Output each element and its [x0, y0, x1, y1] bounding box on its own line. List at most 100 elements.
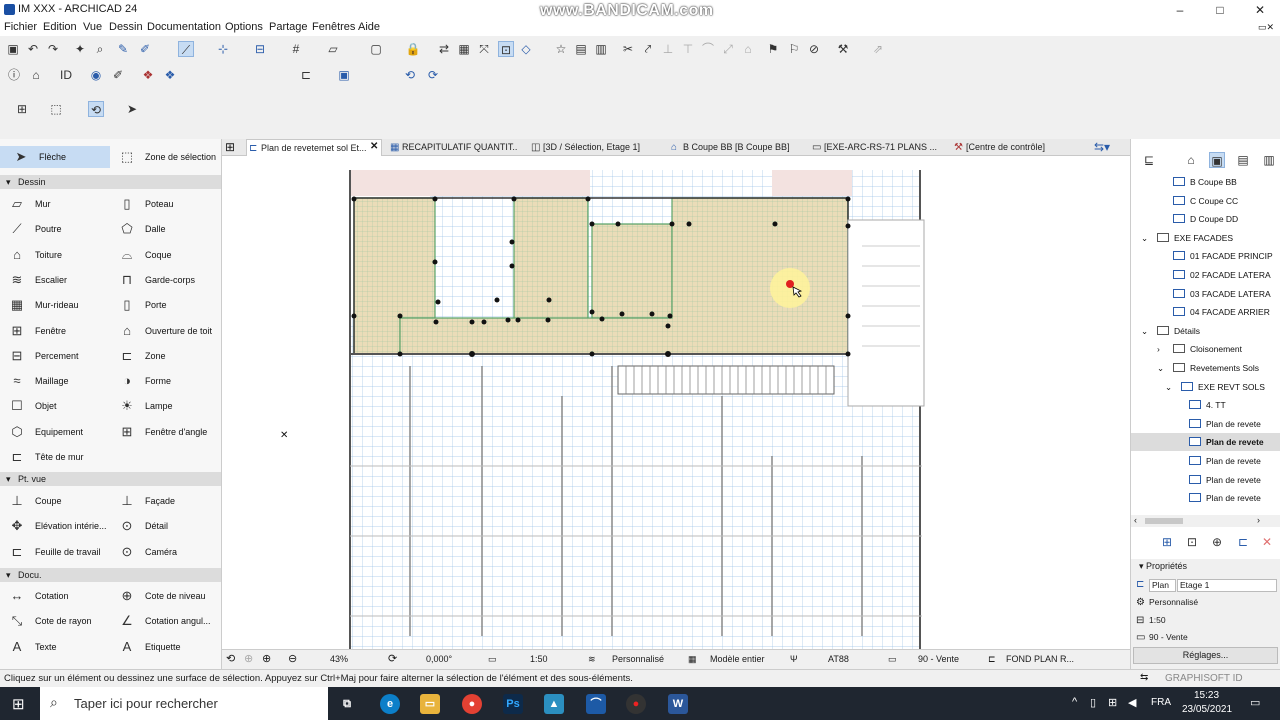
tool-coque[interactable]: ⌓ Coque	[118, 244, 172, 266]
scroll-right-icon[interactable]: ›	[1257, 515, 1260, 525]
volume-icon[interactable]: ◀	[1128, 696, 1136, 709]
tool-etiquette[interactable]: A Etiquette	[118, 636, 181, 658]
section-ptvue[interactable]: Pt. vue	[0, 472, 221, 486]
navigator-item[interactable]: C Coupe CC	[1131, 192, 1280, 210]
marker-icon[interactable]: ⚐	[786, 41, 802, 57]
marquee-mode-icon[interactable]: ⬚	[48, 101, 64, 117]
navigator-item[interactable]: D Coupe DD	[1131, 210, 1280, 228]
notifications-icon[interactable]: ▭	[1250, 696, 1260, 709]
teamwork-icon[interactable]: ⚒	[835, 41, 851, 57]
tool-detail[interactable]: ⊙ Détail	[118, 515, 168, 537]
tool-texte[interactable]: A Texte	[8, 636, 57, 658]
navigator-item[interactable]: Plan de revete	[1131, 452, 1280, 470]
view-id-field[interactable]: Plan c	[1149, 579, 1176, 592]
tool-ouverture-de-toit[interactable]: ⌂ Ouverture de toit	[118, 320, 212, 342]
scale-value[interactable]: 1:50	[530, 654, 548, 664]
network-icon[interactable]: ⊞	[1108, 696, 1117, 709]
menu-vue[interactable]: Vue	[83, 21, 102, 33]
undo-zoom-icon[interactable]: ⟲	[226, 652, 235, 665]
flag-icon[interactable]: ⚑	[765, 41, 781, 57]
elevate-icon[interactable]: ⌂	[740, 41, 756, 57]
chrome-icon[interactable]: ●	[462, 694, 482, 714]
taskbar-search[interactable]: ⌕ Taper ici pour rechercher	[40, 687, 328, 720]
menu-aide[interactable]: Aide	[358, 21, 380, 33]
properties-mode[interactable]: Personnalisé	[1149, 597, 1198, 607]
tab-menu-icon[interactable]: ⇆▾	[1094, 140, 1110, 154]
tab-close-icon[interactable]: ✕	[370, 141, 378, 152]
fillet-icon[interactable]: ⌒	[700, 41, 716, 57]
tab-centre-controle[interactable]: ⚒ [Centre de contrôle]	[952, 139, 1082, 156]
resize-icon[interactable]: ⤢	[720, 41, 736, 57]
eyedropper-icon[interactable]: ✎	[115, 41, 131, 57]
layout-book-icon[interactable]: ▣	[1209, 152, 1225, 168]
tool-objet[interactable]: ☐ Objet	[8, 395, 56, 417]
menu-dessin[interactable]: Dessin	[109, 21, 143, 33]
tree-toggle-icon[interactable]: ›	[1157, 340, 1160, 358]
gravity-icon[interactable]: ⊟	[252, 41, 268, 57]
file-explorer-icon[interactable]: ▭	[420, 694, 440, 714]
model-view-icon[interactable]: ❖	[162, 67, 178, 83]
scroll-left-icon[interactable]: ‹	[1134, 515, 1137, 525]
adjust-icon[interactable]: ⤤	[640, 41, 656, 57]
tool-feuille-de-travail[interactable]: ⊏ Feuille de travail	[8, 541, 101, 563]
new-view-icon[interactable]: ⊞	[1159, 534, 1175, 550]
menu-fichier[interactable]: Fichier	[4, 21, 37, 33]
navigator-item[interactable]: ⌄ Détails	[1131, 322, 1280, 340]
organizer-icon[interactable]: ▥	[1261, 152, 1277, 168]
tool-cote-de-niveau[interactable]: ⊕ Cote de niveau	[118, 585, 206, 607]
tree-toggle-icon[interactable]: ⌄	[1157, 359, 1164, 377]
tool-camera[interactable]: ⊙ Caméra	[118, 541, 177, 563]
menu-options[interactable]: Options	[225, 21, 263, 33]
lock-icon[interactable]: 🔒	[405, 41, 421, 57]
battery-icon[interactable]: ▯	[1090, 696, 1096, 709]
tool-maillage[interactable]: ≈ Maillage	[8, 370, 68, 392]
menu-partage[interactable]: Partage	[269, 21, 308, 33]
zoom-fit-icon[interactable]: ⊡	[498, 41, 514, 57]
navigator-item[interactable]: 04 FACADE ARRIER	[1131, 303, 1280, 321]
tool-coupe[interactable]: ⊥ Coupe	[8, 490, 61, 512]
renovation-icon[interactable]: ◉	[88, 67, 104, 83]
favorites-star-icon[interactable]: ☆	[553, 41, 569, 57]
3d-view-icon[interactable]: ◇	[518, 41, 534, 57]
navigator-item[interactable]: B Coupe BB	[1131, 173, 1280, 191]
zoom-out-icon[interactable]: ⊖	[288, 652, 297, 665]
tool-facade[interactable]: ⊥ Façade	[118, 490, 175, 512]
clock-time[interactable]: 15:23	[1194, 690, 1219, 701]
close-button[interactable]: ✕	[1240, 0, 1280, 20]
arrow-pointer-icon[interactable]: ➤	[124, 101, 140, 117]
section-dessin[interactable]: Dessin	[0, 175, 221, 189]
menu-fenetres[interactable]: Fenêtres	[312, 21, 355, 33]
tool-cotation-angul[interactable]: ∠ Cotation angul...	[118, 610, 210, 632]
guide-line-icon[interactable]: ⟋	[178, 41, 194, 57]
suspend-groups-icon[interactable]: ▱	[325, 41, 341, 57]
tool-equipement[interactable]: ⬡ Equipement	[8, 421, 83, 443]
windows-start-icon[interactable]: ⊞	[12, 695, 25, 713]
restore-icon[interactable]: ▭✕	[1258, 22, 1274, 33]
layer-combo-icon[interactable]: ▣	[336, 67, 352, 83]
section-docu[interactable]: Docu.	[0, 568, 221, 582]
attributes-icon[interactable]: ✐	[110, 67, 126, 83]
publisher-icon[interactable]: ▥	[593, 41, 609, 57]
redo-zoom-icon[interactable]: ⊕	[244, 652, 253, 665]
navigator-item[interactable]: Plan de revete	[1131, 489, 1280, 507]
grid-snap-icon[interactable]: #	[288, 41, 304, 57]
undo-icon[interactable]: ↶	[25, 41, 41, 57]
word-icon[interactable]: W	[668, 694, 688, 714]
tab-recapitulatif[interactable]: ▦ RECAPITULATIF QUANTIT...	[388, 139, 518, 156]
new-folder-icon[interactable]: ⊕	[1209, 534, 1225, 550]
tree-toggle-icon[interactable]: ⌄	[1141, 229, 1148, 247]
edge-icon[interactable]: e	[380, 694, 400, 714]
clock-date[interactable]: 23/05/2021	[1182, 704, 1232, 715]
redo-icon[interactable]: ↷	[45, 41, 61, 57]
tool-lampe[interactable]: ☀ Lampe	[118, 395, 172, 417]
tool-toiture[interactable]: ⌂ Toiture	[8, 244, 62, 266]
publisher-sets-icon[interactable]: ▤	[1235, 152, 1251, 168]
photos-icon[interactable]: ▲	[544, 694, 564, 714]
menu-edition[interactable]: Edition	[43, 21, 77, 33]
layer-combination[interactable]: Personnalisé	[612, 654, 664, 664]
tool-cote-de-rayon[interactable]: ⤡ Cote de rayon	[8, 610, 92, 632]
tool-poutre[interactable]: ⟋ Poutre	[8, 218, 61, 240]
delete-icon[interactable]: ✕	[1259, 534, 1275, 550]
measure-icon[interactable]: ▦	[456, 41, 472, 57]
archicad-taskbar-icon[interactable]: ⌒	[586, 694, 606, 714]
